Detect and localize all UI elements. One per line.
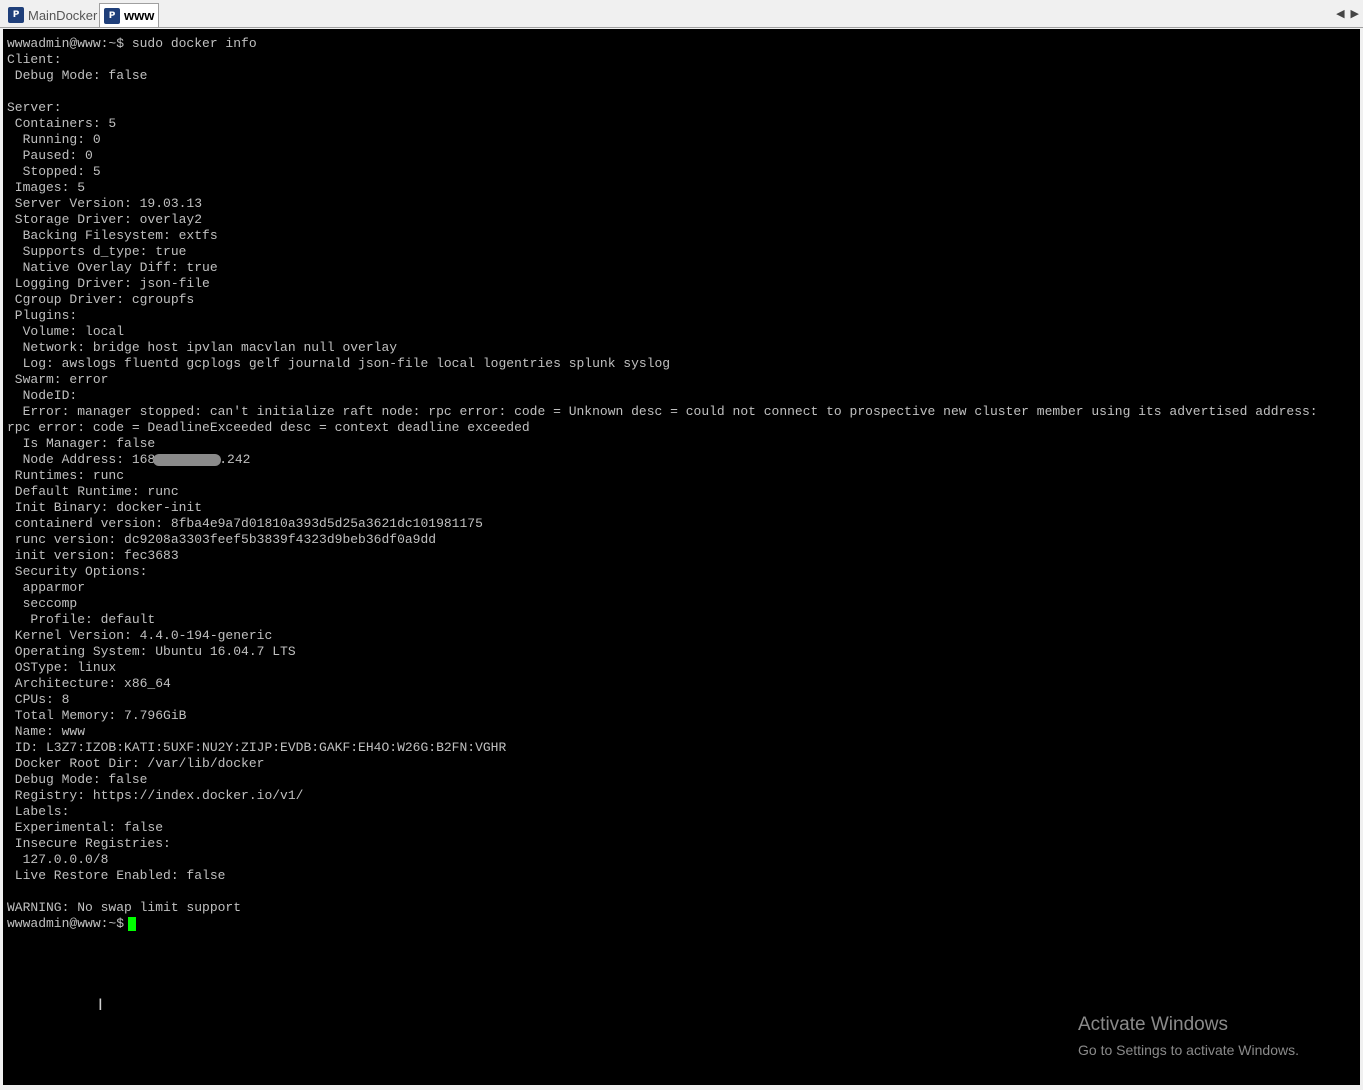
terminal-line: Docker Root Dir: /var/lib/docker <box>7 756 265 771</box>
terminal-line: Runtimes: runc <box>7 468 125 483</box>
terminal-line: Containers: 5 <box>7 116 117 131</box>
terminal-line: ID: L3Z7:IZOB:KATI:5UXF:NU2Y:ZIJP:EVDB:G… <box>7 740 507 755</box>
putty-icon: P <box>104 7 120 24</box>
terminal-line: rpc error: code = DeadlineExceeded desc … <box>7 420 530 435</box>
terminal-line: apparmor <box>7 580 86 595</box>
tab-label: MainDocker <box>28 7 98 23</box>
terminal-line: Network: bridge host ipvlan macvlan null… <box>7 340 398 355</box>
tab-label: www <box>124 8 155 23</box>
tab-www[interactable]: P www <box>99 3 160 27</box>
terminal-line: Labels: <box>7 804 70 819</box>
tab-scroll-arrows: ◀ ▶ <box>1336 7 1359 20</box>
terminal-line: seccomp <box>7 596 78 611</box>
chevron-left-icon[interactable]: ◀ <box>1336 7 1344 20</box>
terminal-line: Insecure Registries: <box>7 836 171 851</box>
terminal-line-node-address: Node Address: 168 .242 <box>7 452 1318 468</box>
terminal-line: Stopped: 5 <box>7 164 101 179</box>
terminal-line: runc version: dc9208a3303feef5b3839f4323… <box>7 532 437 547</box>
terminal-prompt-line[interactable]: wwwadmin@www:~$ <box>7 916 1318 932</box>
shell-prompt: wwwadmin@www:~$ <box>7 916 125 931</box>
redaction-blur <box>153 453 222 466</box>
node-address-prefix: Node Address: 168 <box>7 452 156 467</box>
terminal-line: init version: fec3683 <box>7 548 179 563</box>
terminal-line: CPUs: 8 <box>7 692 70 707</box>
terminal-line: Paused: 0 <box>7 148 93 163</box>
terminal-line: Images: 5 <box>7 180 86 195</box>
tab-maindocker[interactable]: P MainDocker <box>8 3 97 27</box>
terminal-line: Operating System: Ubuntu 16.04.7 LTS <box>7 644 296 659</box>
terminal-line: Cgroup Driver: cgroupfs <box>7 292 195 307</box>
terminal-line: Name: www <box>7 724 86 739</box>
activate-windows-watermark: Activate Windows Go to Settings to activ… <box>1078 1014 1299 1058</box>
terminal-line: containerd version: 8fba4e9a7d01810a393d… <box>7 516 483 531</box>
terminal-line: Init Binary: docker-init <box>7 500 203 515</box>
terminal-line: Server: <box>7 100 62 115</box>
terminal-line: Log: awslogs fluentd gcplogs gelf journa… <box>7 356 671 371</box>
terminal-line: Live Restore Enabled: false <box>7 868 226 883</box>
terminal-cursor <box>128 917 137 931</box>
terminal-line: Debug Mode: false <box>7 68 148 83</box>
terminal-line: Experimental: false <box>7 820 164 835</box>
terminal-line: Client: <box>7 52 62 67</box>
terminal-line: Native Overlay Diff: true <box>7 260 218 275</box>
terminal-line: Is Manager: false <box>7 436 156 451</box>
text-cursor-icon: I <box>98 995 103 1014</box>
putty-icon: P <box>8 7 24 23</box>
terminal-line: Error: manager stopped: can't initialize… <box>7 404 1318 419</box>
terminal-line: Architecture: x86_64 <box>7 676 171 691</box>
terminal-line: Supports d_type: true <box>7 244 187 259</box>
terminal-line: Server Version: 19.03.13 <box>7 196 203 211</box>
terminal-line: NodeID: <box>7 388 78 403</box>
terminal-line: Storage Driver: overlay2 <box>7 212 203 227</box>
terminal-line: Total Memory: 7.796GiB <box>7 708 187 723</box>
terminal-line: Volume: local <box>7 324 125 339</box>
terminal-line: Running: 0 <box>7 132 101 147</box>
node-address-suffix: .242 <box>219 452 251 467</box>
terminal-line: 127.0.0.0/8 <box>7 852 109 867</box>
terminal-line: Swarm: error <box>7 372 109 387</box>
terminal-window[interactable]: wwwadmin@www:~$ sudo docker info Client: … <box>3 29 1360 1085</box>
watermark-title: Activate Windows <box>1078 1014 1228 1035</box>
terminal-line: OSType: linux <box>7 660 117 675</box>
terminal-output: wwwadmin@www:~$ sudo docker info Client: … <box>7 36 1318 932</box>
terminal-line: Backing Filesystem: extfs <box>7 228 218 243</box>
terminal-line: wwwadmin@www:~$ sudo docker info <box>7 36 257 51</box>
terminal-line: Debug Mode: false <box>7 772 148 787</box>
terminal-line: Kernel Version: 4.4.0-194-generic <box>7 628 273 643</box>
terminal-line: Profile: default <box>7 612 156 627</box>
watermark-subtitle: Go to Settings to activate Windows. <box>1078 1042 1299 1058</box>
chevron-right-icon[interactable]: ▶ <box>1351 7 1359 20</box>
terminal-line: Logging Driver: json-file <box>7 276 210 291</box>
terminal-line: Registry: https://index.docker.io/v1/ <box>7 788 304 803</box>
terminal-line: WARNING: No swap limit support <box>7 900 242 915</box>
tab-bar: P MainDocker P www ◀ ▶ <box>0 0 1363 28</box>
terminal-line: Security Options: <box>7 564 148 579</box>
terminal-line: Plugins: <box>7 308 78 323</box>
terminal-line: Default Runtime: runc <box>7 484 179 499</box>
